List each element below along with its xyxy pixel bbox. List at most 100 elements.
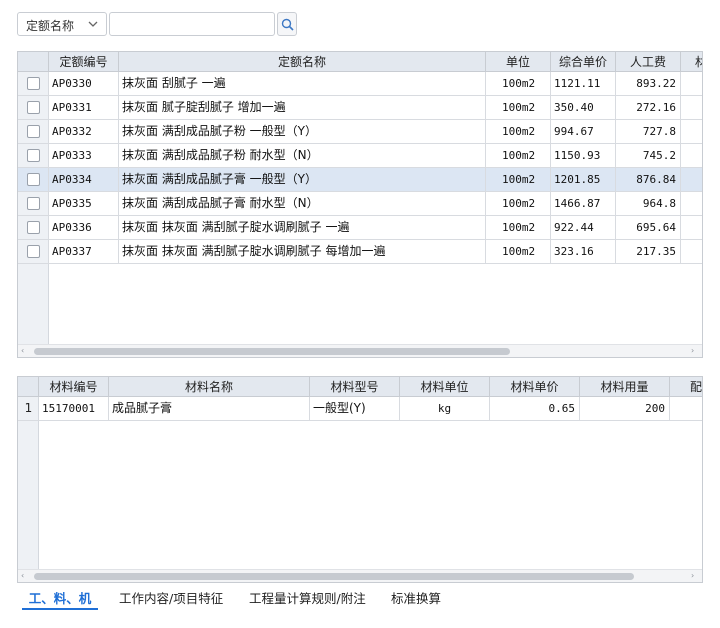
tab-quantity-rules[interactable]: 工程量计算规则/附注 [249,588,366,610]
quota-code: AP0332 [49,120,119,143]
quota-code: AP0331 [49,96,119,119]
row-checkbox-cell[interactable] [18,240,49,263]
row-checkbox[interactable] [27,245,40,258]
tab-standard-conversion[interactable]: 标准换算 [391,588,441,610]
search-bar: 定额名称 [17,12,307,36]
quota-material [681,168,702,191]
row-checkbox[interactable] [27,173,40,186]
row-checkbox[interactable] [27,125,40,138]
quota-labor: 893.22 [616,72,681,95]
quota-material [681,240,702,263]
quota-material [681,192,702,215]
search-input[interactable] [109,12,275,36]
row-checkbox-cell[interactable] [18,72,49,95]
quota-code: AP0337 [49,240,119,263]
material-grid-header: 材料编号 材料名称 材料型号 材料单位 材料单价 材料用量 配 [18,377,702,397]
material-grid: 材料编号 材料名称 材料型号 材料单位 材料单价 材料用量 配 1 1517000… [17,376,703,583]
scroll-right-icon[interactable]: › [691,347,699,355]
table-row[interactable]: AP0331 抹灰面 腻子腚刮腻子 增加一遍 100m2 350.40 272.16 [18,96,702,120]
tab-work-content[interactable]: 工作内容/项目特征 [119,588,223,610]
row-checkbox-cell[interactable] [18,216,49,239]
table-row[interactable]: AP0332 抹灰面 满刮成品腻子粉 一般型（Y） 100m2 994.67 727.8 [18,120,702,144]
quota-labor: 727.8 [616,120,681,143]
quota-price: 922.44 [551,216,616,239]
col-header-labor[interactable]: 人工费 [616,52,681,72]
search-button[interactable] [277,12,297,36]
quota-price: 323.16 [551,240,616,263]
quota-labor: 745.2 [616,144,681,167]
quota-header-corner [18,52,49,72]
col-header-material-unit[interactable]: 材料单位 [400,377,490,397]
quota-unit: 100m2 [486,168,551,191]
quota-scroll-thumb[interactable] [34,348,510,355]
material-header-corner [18,377,39,397]
row-checkbox-cell[interactable] [18,168,49,191]
table-row[interactable]: AP0330 抹灰面 刮腻子 一遍 100m2 1121.11 893.22 [18,72,702,96]
material-horizontal-scrollbar[interactable]: ‹ › [18,569,702,582]
table-row[interactable]: 1 15170001 成品腻子膏 一般型(Y) kg 0.65 200 [18,397,702,421]
search-field-select[interactable]: 定额名称 [17,12,107,36]
quota-price: 1201.85 [551,168,616,191]
quota-name: 抹灰面 腻子腚刮腻子 增加一遍 [119,96,486,119]
row-checkbox[interactable] [27,77,40,90]
row-checkbox-cell[interactable] [18,192,49,215]
quota-unit: 100m2 [486,192,551,215]
quota-name: 抹灰面 满刮成品腻子膏 一般型（Y） [119,168,486,191]
quota-labor: 964.8 [616,192,681,215]
quota-code: AP0335 [49,192,119,215]
quota-name: 抹灰面 满刮成品腻子粉 耐水型（N） [119,144,486,167]
material-scroll-thumb[interactable] [34,573,634,580]
col-header-price[interactable]: 综合单价 [551,52,616,72]
scroll-right-icon[interactable]: › [691,572,699,580]
material-unit: kg [400,397,490,420]
quota-price: 1150.93 [551,144,616,167]
row-checkbox-cell[interactable] [18,144,49,167]
quota-price: 1121.11 [551,72,616,95]
row-checkbox[interactable] [27,149,40,162]
quota-name: 抹灰面 刮腻子 一遍 [119,72,486,95]
quota-labor: 217.35 [616,240,681,263]
row-checkbox-cell[interactable] [18,120,49,143]
table-row[interactable]: AP0335 抹灰面 满刮成品腻子膏 耐水型（N） 100m2 1466.87 964.… [18,192,702,216]
row-checkbox[interactable] [27,197,40,210]
quota-code: AP0333 [49,144,119,167]
quota-material [681,96,702,119]
chevron-down-icon [88,21,98,27]
quota-horizontal-scrollbar[interactable]: ‹ › [18,344,702,357]
col-header-material-extra[interactable]: 配 [670,377,702,397]
quota-code: AP0336 [49,216,119,239]
table-row[interactable]: AP0334 抹灰面 满刮成品腻子膏 一般型（Y） 100m2 1201.85 876.… [18,168,702,192]
material-name: 成品腻子膏 [109,397,310,420]
search-field-select-label: 定额名称 [26,19,75,33]
row-checkbox[interactable] [27,101,40,114]
table-row[interactable]: AP0337 抹灰面 抹灰面 满刮腻子腚水调刷腻子 每增加一遍 100m2 323.1… [18,240,702,264]
table-row[interactable]: AP0336 抹灰面 抹灰面 满刮腻子腚水调刷腻子 一遍 100m2 922.44 69… [18,216,702,240]
scroll-left-icon[interactable]: ‹ [21,347,29,355]
table-row[interactable]: AP0333 抹灰面 满刮成品腻子粉 耐水型（N） 100m2 1150.93 745.… [18,144,702,168]
quota-price: 994.67 [551,120,616,143]
col-header-code[interactable]: 定额编号 [49,52,119,72]
scroll-left-icon[interactable]: ‹ [21,572,29,580]
row-checkbox[interactable] [27,221,40,234]
search-icon [281,18,294,31]
col-header-material-model[interactable]: 材料型号 [310,377,400,397]
material-model: 一般型(Y) [310,397,400,420]
quota-grid-header: 定额编号 定额名称 单位 综合单价 人工费 材 [18,52,702,72]
col-header-name[interactable]: 定额名称 [119,52,486,72]
col-header-material[interactable]: 材 [681,52,702,72]
quota-unit: 100m2 [486,216,551,239]
quota-price: 350.40 [551,96,616,119]
material-price: 0.65 [490,397,580,420]
row-checkbox-cell[interactable] [18,96,49,119]
col-header-material-price[interactable]: 材料单价 [490,377,580,397]
col-header-material-code[interactable]: 材料编号 [39,377,109,397]
quota-code: AP0334 [49,168,119,191]
quota-unit: 100m2 [486,72,551,95]
col-header-material-qty[interactable]: 材料用量 [580,377,670,397]
quota-material [681,120,702,143]
tab-labor-material-machine[interactable]: 工、料、机 [22,588,98,610]
quota-labor: 695.64 [616,216,681,239]
col-header-unit[interactable]: 单位 [486,52,551,72]
col-header-material-name[interactable]: 材料名称 [109,377,310,397]
quota-name: 抹灰面 满刮成品腻子粉 一般型（Y） [119,120,486,143]
